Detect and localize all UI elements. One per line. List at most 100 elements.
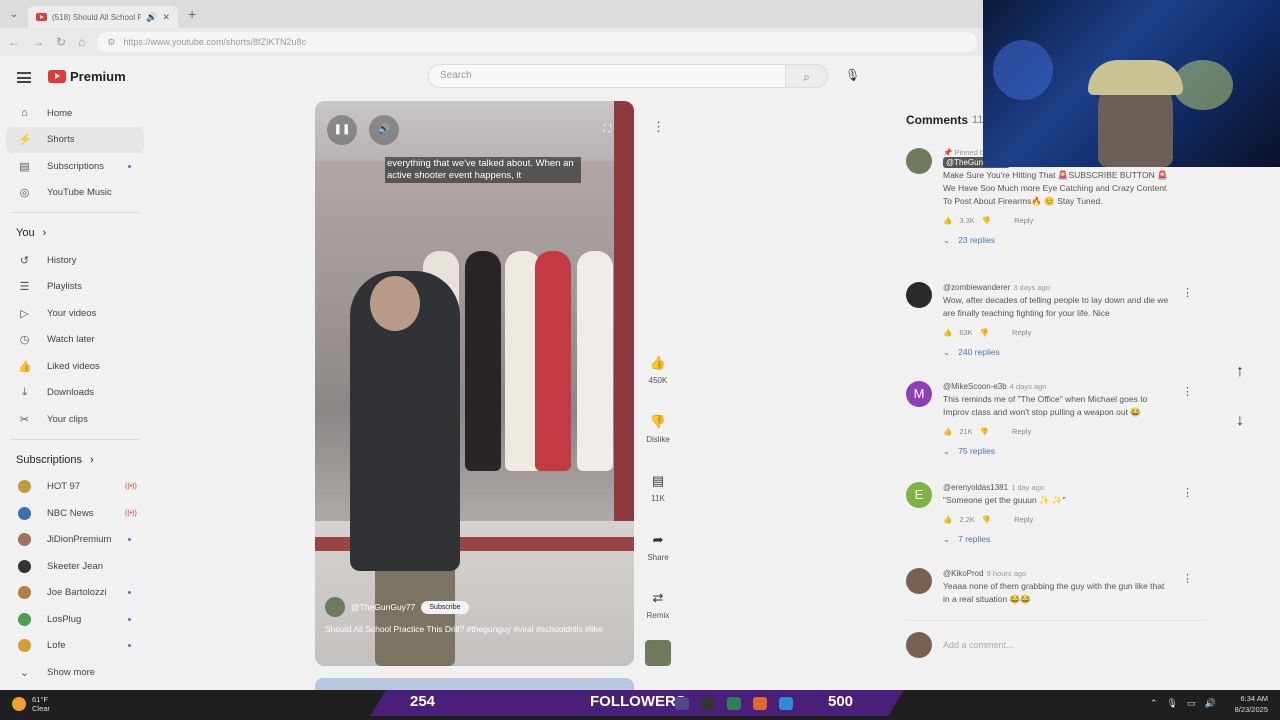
video-player[interactable]: ❚❚ 🔊 ⛶ everything that we've talked abou…: [315, 101, 634, 666]
app-icon[interactable]: [727, 697, 741, 710]
sidebar-item-lofe[interactable]: Lofe: [0, 633, 150, 660]
pause-icon[interactable]: ❚❚: [327, 115, 357, 145]
reply-button[interactable]: Reply: [1012, 427, 1031, 436]
comment-options-icon[interactable]: ⋮: [1182, 572, 1193, 585]
sidebar-item-your-clips[interactable]: ✂ Your clips: [0, 406, 150, 433]
sound-thumbnail[interactable]: [641, 640, 675, 666]
speaker-icon[interactable]: 🔊: [146, 12, 157, 23]
channel-avatar[interactable]: [325, 597, 345, 617]
share-action[interactable]: ➦ Share: [641, 527, 675, 562]
url-field[interactable]: ⚙ https://www.youtube.com/shorts/8fZIKTN…: [97, 32, 978, 52]
video-title[interactable]: Should All School Practice This Drill? #…: [325, 623, 625, 636]
comment-options-icon[interactable]: ⋮: [1182, 385, 1193, 398]
sidebar-item-joe-bartolozzi[interactable]: Joe Bartolozzi: [0, 580, 150, 607]
add-comment[interactable]: Add a comment...: [906, 632, 1014, 658]
app-icon[interactable]: [779, 697, 793, 710]
forward-icon[interactable]: →: [32, 35, 44, 49]
thumbs-up-icon[interactable]: 👍: [943, 328, 952, 337]
sidebar-item-skeeter-jean[interactable]: Skeeter Jean: [0, 553, 150, 580]
sidebar-item-nbc-news[interactable]: NBC News ((•)): [0, 500, 150, 527]
sidebar-item-downloads[interactable]: ⤓ Downloads: [0, 380, 150, 407]
back-icon[interactable]: ←: [8, 35, 20, 49]
comment-time[interactable]: 9 hours ago: [987, 569, 1027, 578]
thumbs-up-icon[interactable]: 👍: [645, 350, 671, 376]
thumbs-up-icon[interactable]: 👍: [943, 216, 952, 225]
fullscreen-icon[interactable]: ⛶: [592, 115, 622, 145]
sidebar-item-losplug[interactable]: LosPlug: [0, 606, 150, 633]
sidebar-item-watch-later[interactable]: ◷ Watch later: [0, 327, 150, 354]
home-icon[interactable]: ⌂: [78, 35, 85, 49]
more-options-icon[interactable]: ⋮: [652, 119, 665, 135]
add-comment-input[interactable]: Add a comment...: [943, 640, 1014, 650]
comment-author[interactable]: @zombiewanderer: [943, 283, 1010, 292]
comments-action[interactable]: ▤ 11K: [641, 468, 675, 503]
thumbs-up-icon[interactable]: 👍: [943, 515, 952, 524]
comment-icon[interactable]: ▤: [645, 468, 671, 494]
reload-icon[interactable]: ↻: [56, 35, 66, 49]
commenter-avatar[interactable]: E: [906, 482, 932, 508]
menu-icon[interactable]: [17, 72, 31, 83]
remix-icon[interactable]: ⇄: [645, 585, 671, 611]
reply-button[interactable]: Reply: [1012, 328, 1031, 337]
comment-time[interactable]: 3 days ago: [1013, 283, 1050, 292]
thumbs-down-icon[interactable]: 👎: [982, 216, 991, 225]
share-icon[interactable]: ➦: [645, 527, 671, 553]
show-more-button[interactable]: ⌄ Show more: [0, 659, 150, 686]
commenter-avatar[interactable]: [906, 568, 932, 594]
clock[interactable]: 6:34 AM 8/23/2025: [1222, 693, 1268, 715]
app-icon[interactable]: [675, 697, 689, 710]
view-replies-button[interactable]: ⌄ 23 replies: [943, 235, 1173, 246]
thumbs-down-icon[interactable]: 👎: [980, 427, 989, 436]
sidebar-item-your-videos[interactable]: ▷ Your videos: [0, 300, 150, 327]
browser-tab[interactable]: (518) Should All School Pra 🔊 ✕: [28, 6, 178, 28]
sidebar-item-liked-videos[interactable]: 👍 Liked videos: [0, 353, 150, 380]
comment-author[interactable]: @erenyoldas1381: [943, 483, 1008, 492]
search-button[interactable]: ⌕: [786, 64, 828, 88]
volume-icon[interactable]: 🔊: [369, 115, 399, 145]
view-replies-button[interactable]: ⌄ 240 replies: [943, 347, 1173, 358]
sidebar-item-jidionpremium[interactable]: JiDionPremium: [0, 527, 150, 554]
channel-name[interactable]: @TheGunGuy77: [351, 602, 415, 612]
sidebar-item-youtube-music[interactable]: ◎ YouTube Music: [0, 180, 150, 207]
you-section-header[interactable]: You ›: [0, 219, 150, 247]
reply-button[interactable]: Reply: [1014, 515, 1033, 524]
app-icon[interactable]: [701, 697, 715, 710]
site-info-icon[interactable]: ⚙: [107, 37, 115, 48]
next-short-thumbnail[interactable]: [315, 678, 634, 690]
sidebar-item-shorts[interactable]: ⚡ Shorts: [6, 126, 144, 153]
sidebar-item-home[interactable]: ⌂ Home: [0, 100, 150, 127]
sidebar-item-subscriptions[interactable]: ▤ Subscriptions: [0, 153, 150, 180]
comment-time[interactable]: 4 days ago: [1010, 382, 1047, 391]
commenter-avatar[interactable]: [906, 282, 932, 308]
dislike-action[interactable]: 👎 Dislike: [641, 409, 675, 444]
tab-list-chevron-icon[interactable]: ⌄: [0, 9, 28, 20]
reply-button[interactable]: Reply: [1014, 216, 1033, 225]
like-action[interactable]: 👍 450K: [641, 350, 675, 385]
sidebar-item-history[interactable]: ↺ History: [0, 247, 150, 274]
network-icon[interactable]: ▭: [1187, 698, 1196, 709]
browser-app-icon[interactable]: [753, 697, 767, 710]
commenter-avatar[interactable]: [906, 148, 932, 174]
close-tab-icon[interactable]: ✕: [162, 12, 170, 23]
youtube-logo[interactable]: Premium: [48, 69, 126, 84]
thumbs-up-icon[interactable]: 👍: [943, 427, 952, 436]
weather-widget[interactable]: 61°F Clear: [12, 695, 50, 713]
subscriptions-section-header[interactable]: Subscriptions ›: [0, 446, 150, 474]
sidebar-item-playlists[interactable]: ☰ Playlists: [0, 274, 150, 301]
sidebar-item-hot-97[interactable]: HOT 97 ((•)): [0, 474, 150, 501]
comment-options-icon[interactable]: ⋮: [1182, 486, 1193, 499]
comment-time[interactable]: 1 day ago: [1011, 483, 1044, 492]
view-replies-button[interactable]: ⌄ 75 replies: [943, 446, 1173, 457]
subscribe-button[interactable]: Subscribe: [421, 600, 469, 614]
search-input[interactable]: Search: [428, 64, 786, 88]
commenter-avatar[interactable]: M: [906, 381, 932, 407]
previous-short-arrow-icon[interactable]: ↑: [1236, 363, 1244, 381]
comment-author[interactable]: @MikeScoon-e3b: [943, 382, 1007, 391]
comment-options-icon[interactable]: ⋮: [1182, 286, 1193, 299]
remix-action[interactable]: ⇄ Remix: [641, 585, 675, 620]
view-replies-button[interactable]: ⌄ 7 replies: [943, 534, 1173, 545]
new-tab-icon[interactable]: +: [188, 6, 196, 22]
next-short-arrow-icon[interactable]: ↓: [1236, 412, 1244, 430]
comment-author[interactable]: @KikoProd: [943, 569, 984, 578]
speaker-icon[interactable]: 🔊: [1205, 698, 1216, 709]
